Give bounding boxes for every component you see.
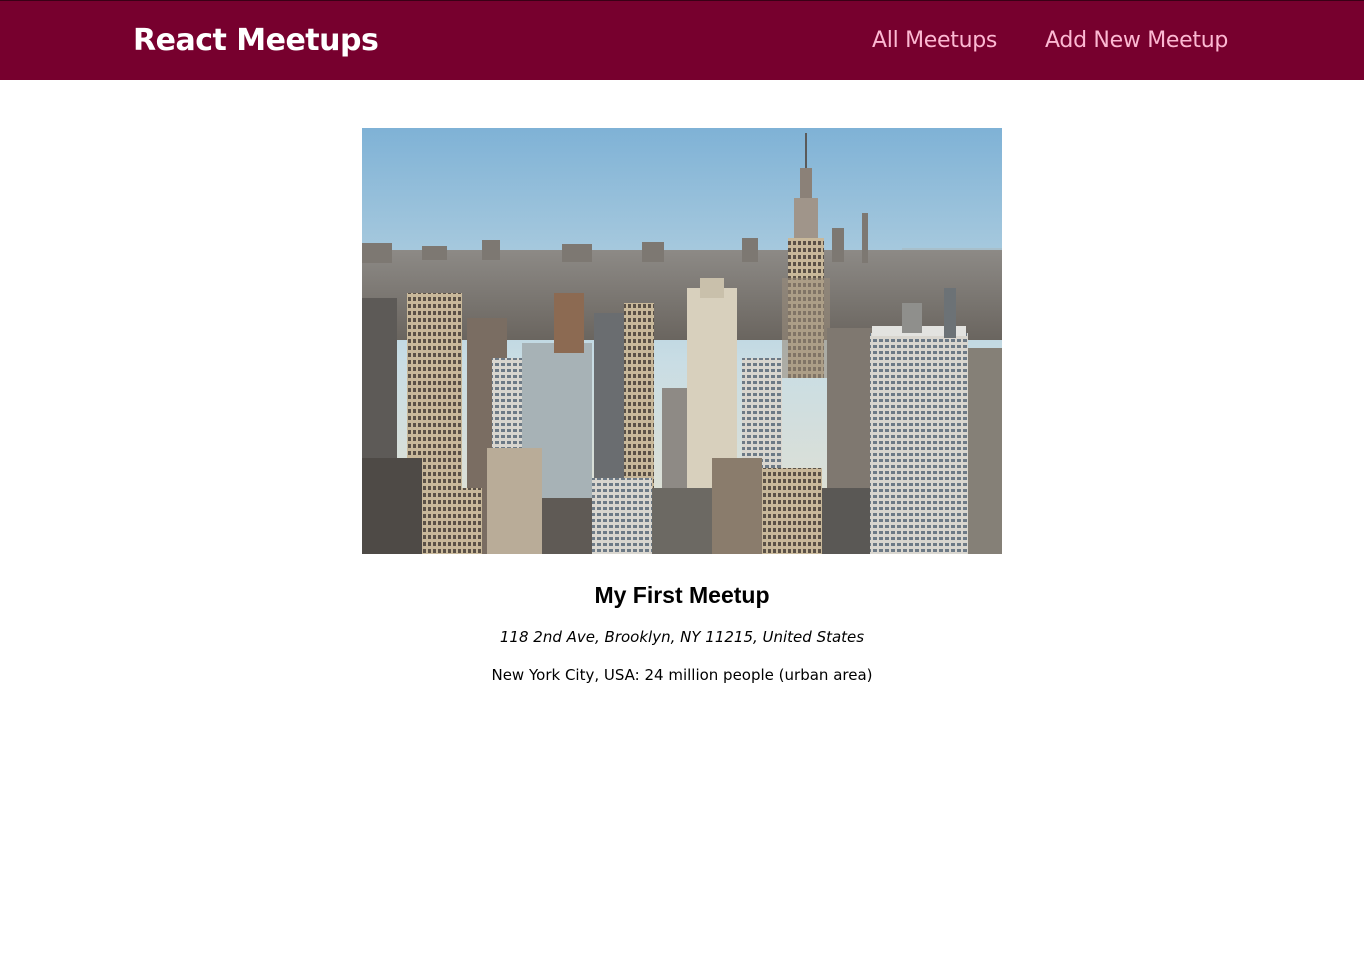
nav-all-meetups-link[interactable]: All Meetups [872, 21, 997, 61]
main-nav: All Meetups Add New Meetup [872, 21, 1228, 61]
main-header: React Meetups All Meetups Add New Meetup [0, 0, 1364, 80]
meetup-detail: My First Meetup 118 2nd Ave, Brooklyn, N… [362, 128, 1002, 686]
meetup-image [362, 128, 1002, 554]
site-logo[interactable]: React Meetups [133, 21, 379, 61]
meetup-description: New York City, USA: 24 million people (u… [491, 666, 873, 684]
meetup-title: My First Meetup [594, 582, 770, 608]
nav-add-meetup-link[interactable]: Add New Meetup [1045, 21, 1228, 61]
meetup-address: 118 2nd Ave, Brooklyn, NY 11215, United … [499, 628, 865, 646]
